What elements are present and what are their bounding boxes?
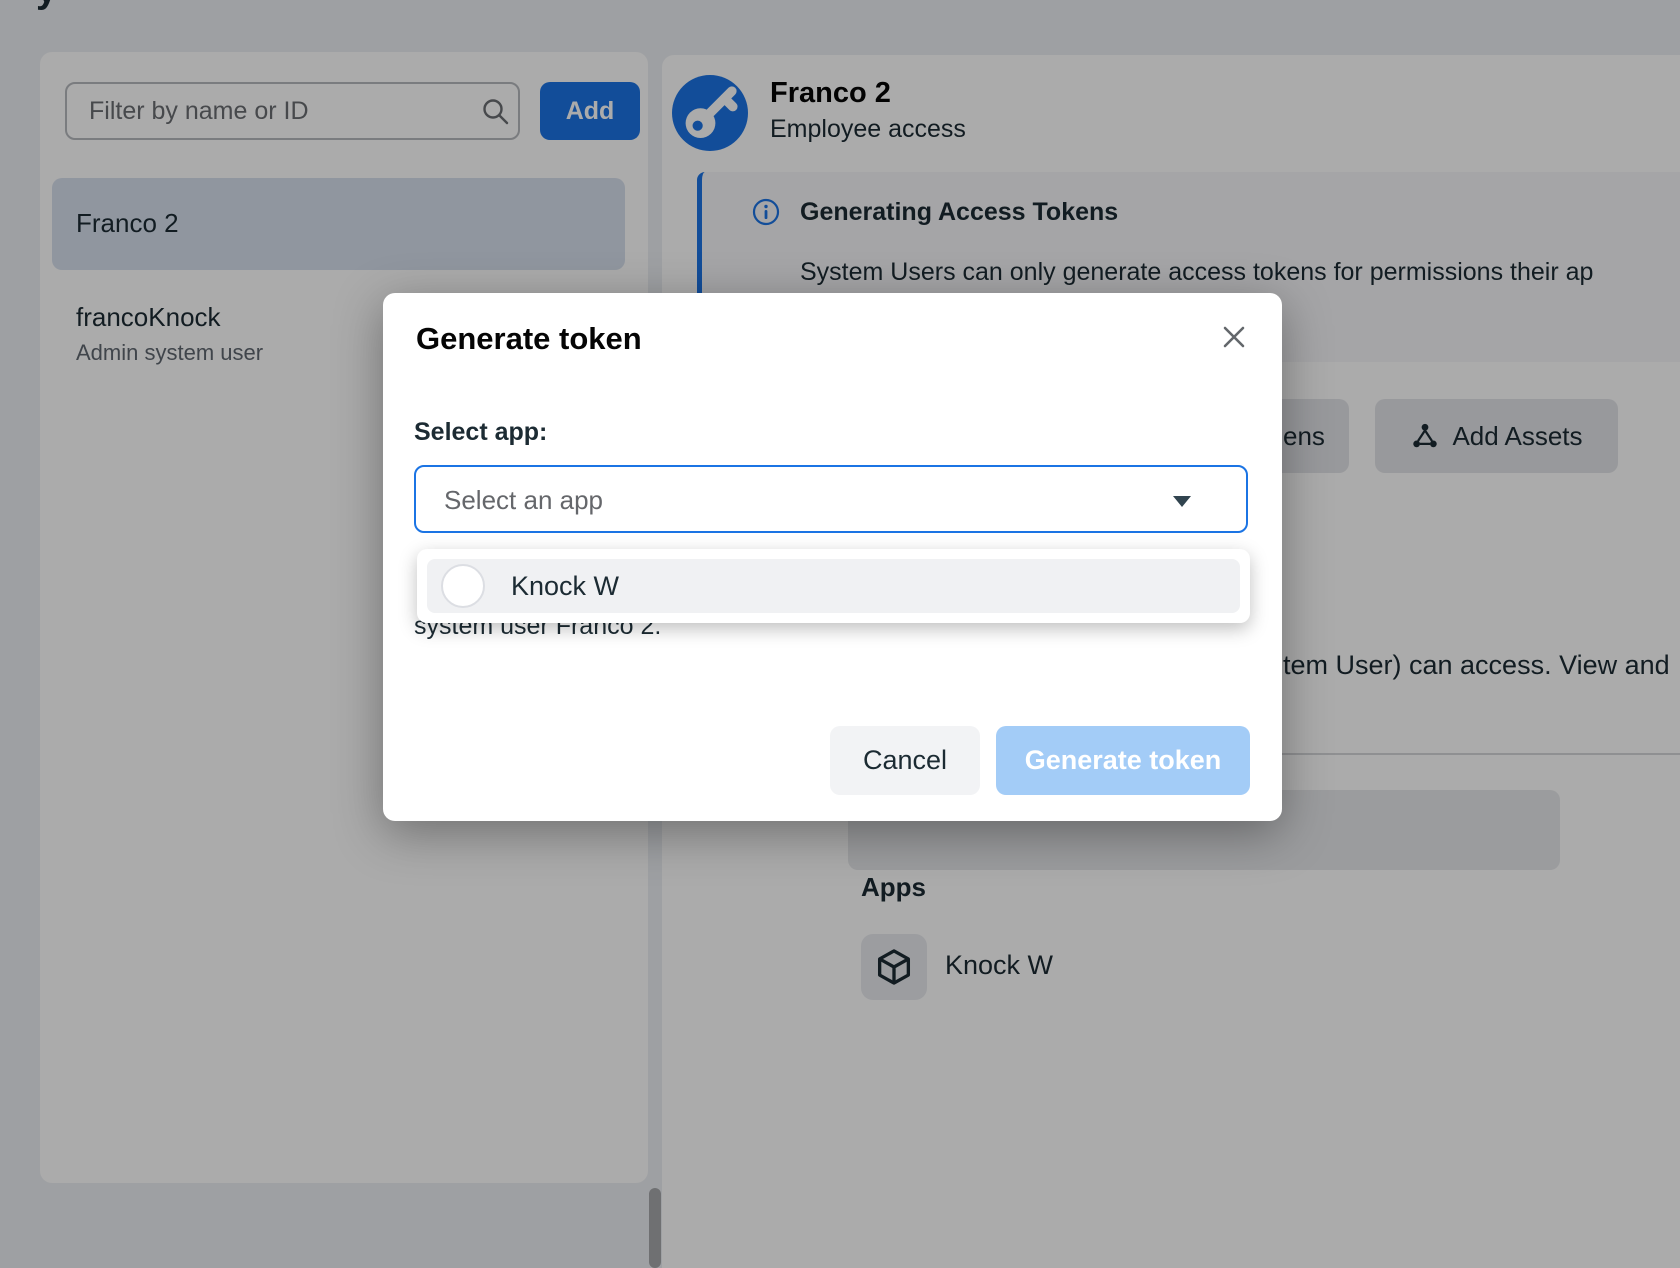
close-button[interactable]: [1210, 314, 1258, 362]
app-select[interactable]: Select an app: [414, 465, 1248, 533]
modal-title: Generate token: [416, 321, 642, 357]
generate-token-submit-button[interactable]: Generate token: [996, 726, 1250, 795]
app-select-dropdown: Knock W: [417, 549, 1250, 623]
dropdown-option-knock-w[interactable]: Knock W: [427, 559, 1240, 613]
option-label: Knock W: [511, 571, 619, 602]
cancel-button[interactable]: Cancel: [830, 726, 980, 795]
generate-token-modal: Generate token Select app: Select an app…: [383, 293, 1282, 821]
system-users-page: y Add Franco 2 francoKnock Admin system …: [0, 0, 1680, 1268]
close-icon: [1216, 319, 1252, 355]
app-avatar: [441, 564, 485, 608]
select-placeholder: Select an app: [444, 485, 603, 516]
chevron-down-icon: [1170, 493, 1194, 511]
select-app-label: Select app:: [414, 418, 547, 447]
